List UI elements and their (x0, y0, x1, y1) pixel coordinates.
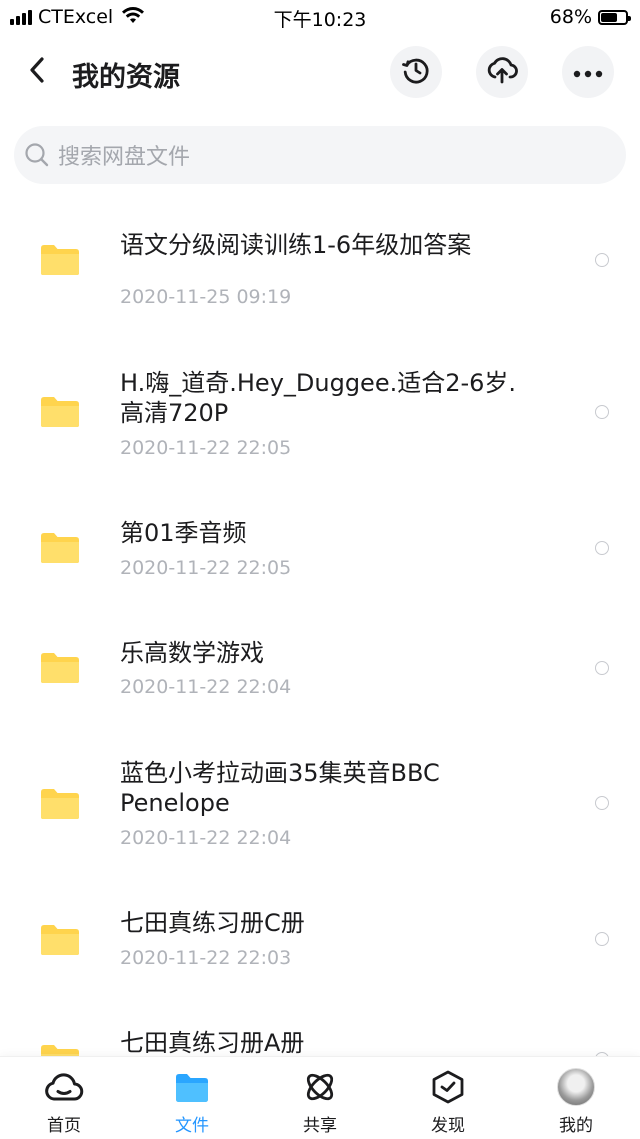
file-name: 语文分级阅读训练1-6年级加答案 (120, 231, 472, 259)
history-button[interactable] (390, 46, 442, 98)
battery-icon (598, 9, 631, 25)
status-right: 68% (549, 6, 631, 28)
select-radio[interactable] (595, 405, 609, 419)
status-time: 下午10:23 (273, 9, 367, 31)
list-item[interactable]: 语文分级阅读训练1-6年级加答案 2020-11-25 09:19 (0, 190, 640, 330)
tab-label: 共享 (303, 1116, 337, 1136)
select-radio[interactable] (595, 253, 609, 267)
list-item[interactable]: 乐高数学游戏 2020-11-22 22:04 (0, 610, 640, 730)
list-item[interactable]: 七田真练习册A册 (0, 1010, 640, 1056)
tab-files[interactable]: 文件 (128, 1057, 256, 1139)
folder-icon (172, 1067, 212, 1107)
select-radio[interactable] (595, 796, 609, 810)
back-button[interactable] (20, 52, 54, 92)
more-button[interactable] (562, 46, 614, 98)
discover-box-icon (428, 1067, 468, 1107)
file-date: 2020-11-22 22:03 (120, 947, 292, 969)
tab-share[interactable]: 共享 (256, 1057, 384, 1139)
select-radio[interactable] (595, 541, 609, 555)
file-date: 2020-11-22 22:05 (120, 437, 292, 459)
upload-button[interactable] (476, 46, 528, 98)
more-icon (573, 63, 603, 82)
select-radio[interactable] (595, 661, 609, 675)
file-date: 2020-11-25 09:19 (120, 286, 292, 308)
tab-bar: 首页 文件 共享 发现 我的 (0, 1056, 640, 1139)
history-icon (401, 55, 431, 89)
battery-percent: 68% (549, 6, 592, 28)
list-item[interactable]: 七田真练习册C册 2020-11-22 22:03 (0, 890, 640, 1010)
status-bar: CTExcel 下午10:23 68% (0, 0, 640, 36)
list-item[interactable]: 第01季音频 2020-11-22 22:05 (0, 490, 640, 610)
cloud-upload-icon (486, 55, 518, 89)
file-list: 语文分级阅读训练1-6年级加答案 2020-11-25 09:19 H.嗨_道奇… (0, 190, 640, 1056)
chevron-left-icon (27, 56, 47, 88)
file-date: 2020-11-22 22:04 (120, 676, 292, 698)
folder-icon (40, 244, 80, 276)
file-date: 2020-11-22 22:04 (120, 827, 292, 849)
tab-label: 首页 (47, 1116, 81, 1136)
list-item[interactable]: H.嗨_道奇.Hey_Duggee.适合2-6岁.高清720P 2020-11-… (0, 330, 640, 490)
list-item[interactable]: 蓝色小考拉动画35集英音BBC Penelope 2020-11-22 22:0… (0, 730, 640, 890)
tab-label: 我的 (559, 1116, 593, 1136)
nav-header: 我的资源 (0, 38, 640, 106)
folder-icon (40, 788, 80, 820)
tab-label: 文件 (175, 1116, 209, 1136)
file-name: 七田真练习册C册 (120, 909, 305, 937)
file-name: H.嗨_道奇.Hey_Duggee.适合2-6岁.高清720P (120, 369, 517, 427)
folder-icon (40, 924, 80, 956)
avatar (556, 1067, 596, 1107)
tab-discover[interactable]: 发现 (384, 1057, 512, 1139)
tab-me[interactable]: 我的 (512, 1057, 640, 1139)
folder-icon (40, 1044, 80, 1056)
select-radio[interactable] (595, 932, 609, 946)
folder-icon (40, 396, 80, 428)
file-name: 第01季音频 (120, 519, 247, 547)
folder-icon (40, 652, 80, 684)
file-date: 2020-11-22 22:05 (120, 557, 292, 579)
atom-share-icon (300, 1067, 340, 1107)
cloud-home-icon (44, 1067, 84, 1107)
tab-home[interactable]: 首页 (0, 1057, 128, 1139)
file-name: 乐高数学游戏 (120, 639, 264, 667)
file-name: 七田真练习册A册 (120, 1029, 305, 1056)
search-input[interactable]: 搜索网盘文件 (14, 126, 626, 184)
search-placeholder: 搜索网盘文件 (58, 145, 191, 170)
file-name: 蓝色小考拉动画35集英音BBC Penelope (120, 759, 440, 817)
folder-icon (40, 532, 80, 564)
tab-label: 发现 (431, 1116, 465, 1136)
page-title: 我的资源 (72, 62, 180, 93)
search-icon (24, 142, 50, 168)
